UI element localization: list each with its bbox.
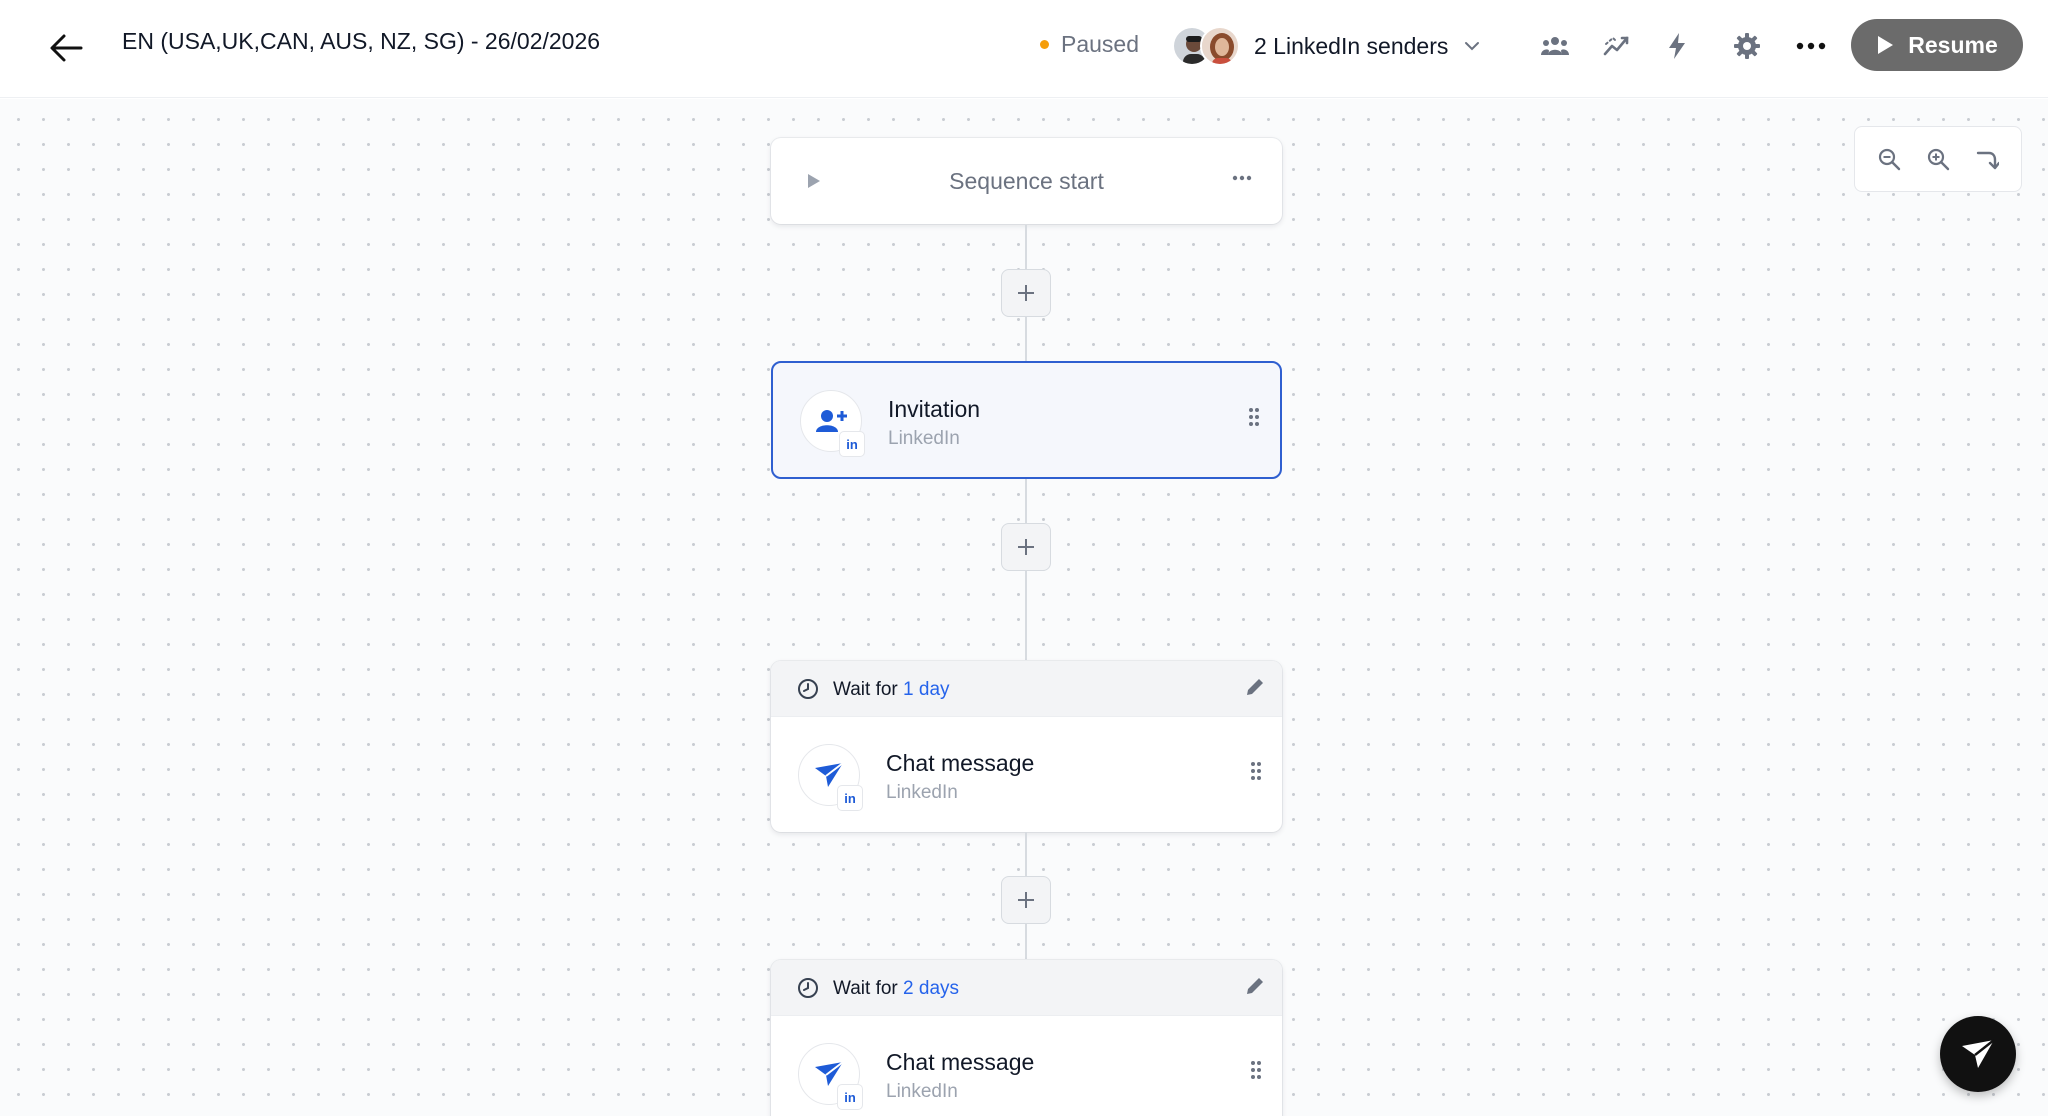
wait-delay-text: Wait for 1 day: [833, 679, 950, 701]
linkedin-badge: in: [837, 1084, 863, 1110]
send-icon: [815, 762, 844, 787]
more-icon: [1796, 42, 1826, 50]
drag-handle-icon: [1251, 762, 1261, 780]
pencil-icon: [1247, 679, 1263, 695]
step-channel: LinkedIn: [886, 1081, 958, 1102]
more-button[interactable]: [1789, 24, 1833, 68]
plus-icon: [1018, 285, 1034, 301]
team-icon: [1541, 37, 1569, 55]
linkedin-badge: in: [837, 785, 863, 811]
connector-line: [1025, 225, 1027, 269]
wait-value[interactable]: 1 day: [903, 679, 949, 700]
clock-icon: [798, 679, 818, 699]
sequence-start-label: Sequence start: [949, 167, 1104, 194]
drag-handle[interactable]: [1248, 407, 1260, 432]
send-icon: [815, 1061, 844, 1086]
send-icon: [1962, 1039, 1995, 1068]
zoom-controls: [1854, 126, 2022, 192]
wait-header: Wait for 2 days: [771, 960, 1282, 1016]
gear-icon: [1734, 33, 1760, 59]
senders-dropdown[interactable]: 2 LinkedIn senders: [1172, 22, 1480, 70]
connector-line: [1025, 832, 1027, 876]
wait-delay-text: Wait for 2 days: [833, 978, 959, 1000]
reset-view-button[interactable]: [1967, 139, 2007, 179]
drag-handle[interactable]: [1250, 1060, 1262, 1085]
analytics-icon: [1603, 36, 1629, 56]
step-icon: in: [800, 390, 865, 457]
step-icon: in: [798, 744, 863, 811]
chat-message-step-card[interactable]: Wait for 1 day in Chat message LinkedIn: [771, 661, 1282, 832]
status-text: Paused: [1061, 31, 1140, 57]
edit-wait-button[interactable]: [1244, 676, 1266, 703]
add-step-button[interactable]: [1001, 523, 1051, 571]
page-title: EN (USA,UK,CAN, AUS, NZ, SG) - 26/02/202…: [122, 28, 601, 54]
status-badge: Paused: [1040, 31, 1139, 58]
step-channel: LinkedIn: [888, 428, 960, 449]
team-button[interactable]: [1533, 24, 1577, 68]
chat-fab-button[interactable]: [1940, 1016, 2016, 1092]
edit-wait-button[interactable]: [1244, 975, 1266, 1002]
drag-handle-icon: [1249, 408, 1259, 426]
sequence-canvas[interactable]: Sequence start in Invitation LinkedIn Wa…: [0, 99, 2048, 1116]
top-bar: EN (USA,UK,CAN, AUS, NZ, SG) - 26/02/202…: [0, 0, 2048, 98]
step-icon: in: [798, 1043, 863, 1110]
resume-button[interactable]: Resume: [1851, 19, 2023, 71]
wait-prefix: Wait for: [833, 679, 898, 700]
zoom-out-icon: [1879, 148, 1901, 171]
sequence-start-menu[interactable]: [1232, 168, 1252, 186]
add-step-button[interactable]: [1001, 269, 1051, 317]
bolt-icon: [1669, 33, 1685, 59]
step-row: in Invitation LinkedIn: [773, 363, 1280, 477]
drag-handle-icon: [1251, 1061, 1261, 1079]
more-icon: [1232, 175, 1252, 181]
resume-label: Resume: [1908, 31, 1998, 58]
status-dot: [1040, 40, 1049, 49]
step-title: Invitation: [888, 396, 981, 422]
add-step-button[interactable]: [1001, 876, 1051, 924]
connector-line: [1025, 571, 1027, 661]
step-row: in Chat message LinkedIn: [771, 1016, 1282, 1116]
step-title: Chat message: [886, 1049, 1035, 1075]
plus-icon: [1018, 539, 1034, 555]
play-icon: [808, 174, 820, 188]
play-icon: [1878, 36, 1894, 54]
step-channel: LinkedIn: [886, 782, 958, 803]
analytics-button[interactable]: [1595, 24, 1639, 68]
drag-handle[interactable]: [1250, 761, 1262, 786]
back-button[interactable]: [44, 26, 88, 70]
chevron-down-icon: [1465, 42, 1480, 51]
chat-message-step-card[interactable]: Wait for 2 days in Chat message LinkedIn: [771, 960, 1282, 1116]
wait-value[interactable]: 2 days: [903, 978, 959, 999]
connector-line: [1025, 479, 1027, 523]
back-arrow-icon: [50, 34, 83, 62]
zoom-in-button[interactable]: [1918, 139, 1958, 179]
connector-line: [1025, 924, 1027, 960]
wait-prefix: Wait for: [833, 978, 898, 999]
zoom-out-button[interactable]: [1869, 139, 1909, 179]
invitation-step-card[interactable]: in Invitation LinkedIn: [771, 361, 1282, 479]
linkedin-badge: in: [839, 431, 865, 457]
zoom-in-icon: [1927, 148, 1950, 171]
clock-icon: [798, 978, 818, 998]
pencil-icon: [1247, 978, 1263, 994]
avatar: [1200, 26, 1240, 66]
automation-button[interactable]: [1655, 24, 1699, 68]
connector-line: [1025, 317, 1027, 361]
senders-label: 2 LinkedIn senders: [1254, 32, 1449, 59]
redo-icon: [1976, 151, 1999, 170]
wait-header: Wait for 1 day: [771, 661, 1282, 717]
plus-icon: [1018, 892, 1034, 908]
step-title: Chat message: [886, 750, 1035, 776]
settings-button[interactable]: [1725, 24, 1769, 68]
step-row: in Chat message LinkedIn: [771, 717, 1282, 831]
sequence-start-card[interactable]: Sequence start: [771, 138, 1282, 224]
